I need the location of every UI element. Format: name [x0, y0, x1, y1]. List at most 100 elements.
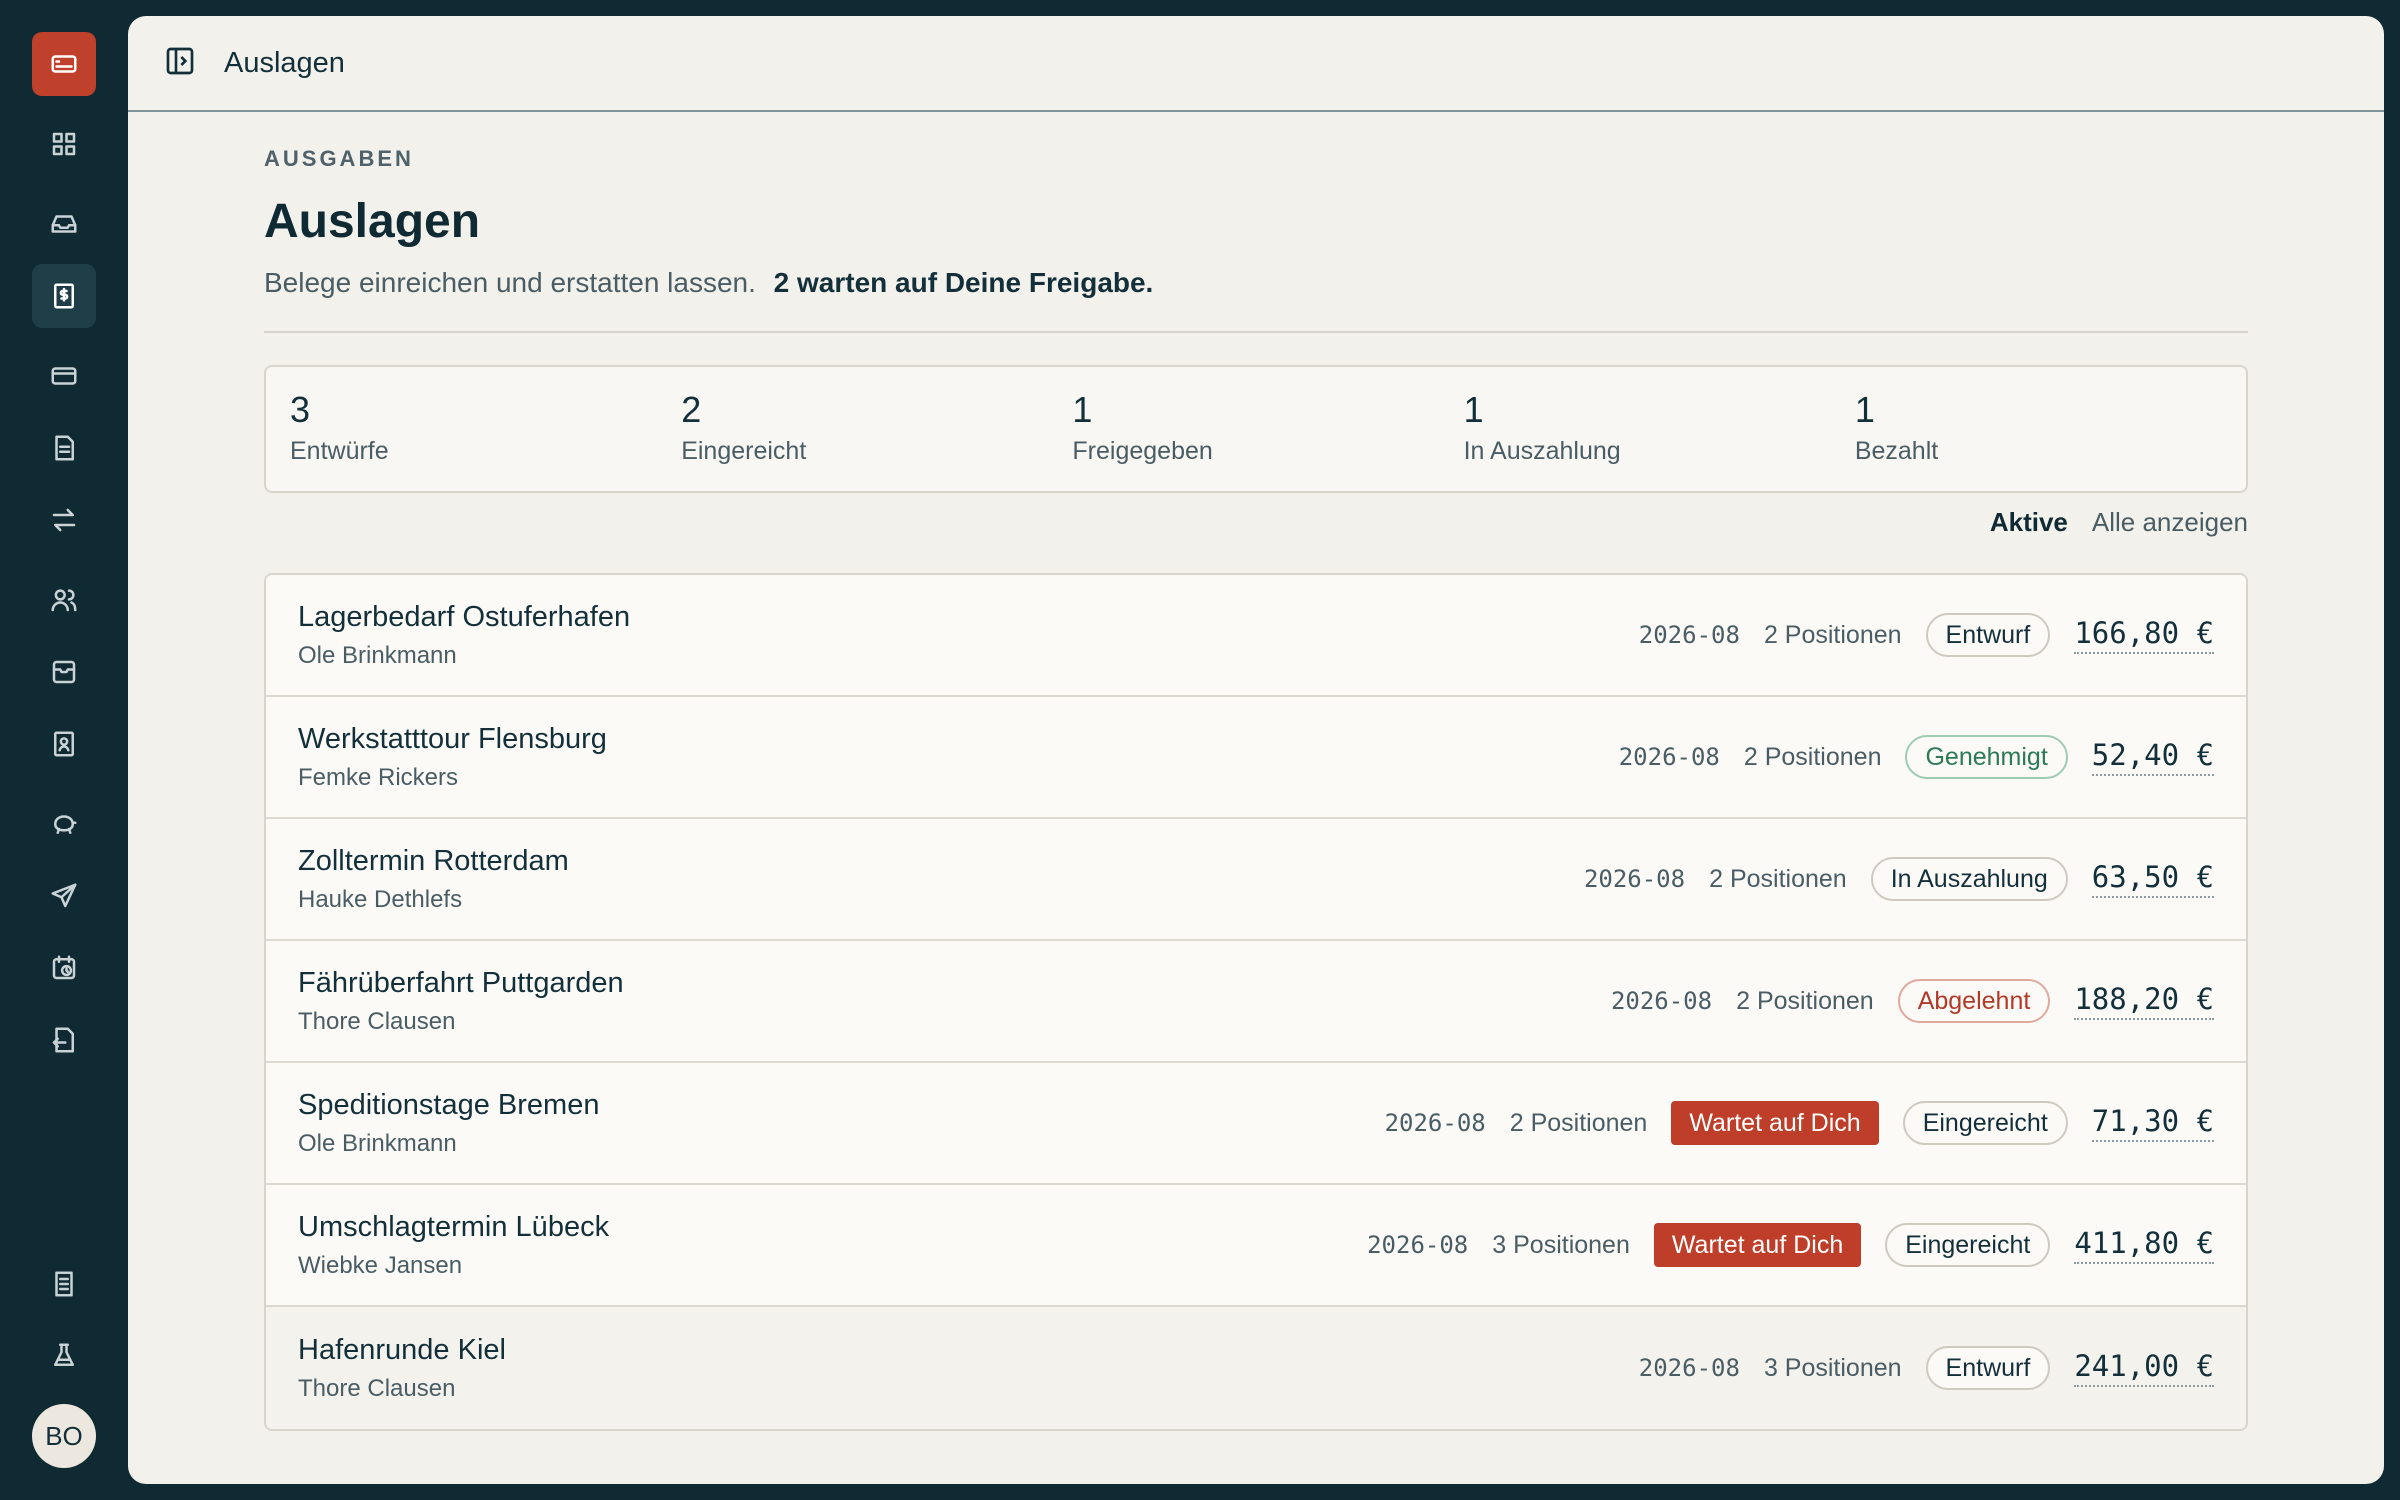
- expense-person: Wiebke Jansen: [298, 1251, 463, 1279]
- expense-info: Fährüberfahrt Puttgarden Thore Clausen: [298, 967, 624, 1036]
- flask-icon: [54, 1343, 74, 1366]
- status-badge: In Auszahlung: [1870, 857, 2068, 901]
- send-icon: [51, 883, 77, 908]
- expense-info: Speditionstage Bremen Ole Brinkmann: [298, 1089, 599, 1158]
- credit-card-icon: [51, 367, 77, 385]
- expense-amount: 166,80 €: [2074, 616, 2214, 654]
- expense-meta: 2026-08 3 Positionen Wartet auf Dich Einger…: [1367, 1223, 2214, 1267]
- expense-info: Umschlagtermin Lübeck Wiebke Jansen: [298, 1211, 609, 1280]
- app-logo-button[interactable]: [32, 32, 96, 96]
- sidebar-item-export[interactable]: [32, 1008, 96, 1072]
- filter-active[interactable]: Aktive: [1990, 507, 2068, 539]
- topbar: Auslagen: [128, 16, 2384, 112]
- users-icon: [51, 589, 77, 612]
- sidebar-item-expenses[interactable]: [32, 264, 96, 328]
- sidebar-toggle-button[interactable]: [164, 45, 196, 82]
- expense-info: Lagerbedarf Ostuferhafen Ole Brinkmann: [298, 601, 630, 670]
- stat-value: 3: [290, 389, 311, 430]
- expense-row[interactable]: Lagerbedarf Ostuferhafen Ole Brinkmann 202…: [266, 575, 2246, 697]
- stat-drafts: 3 Entwürfe: [290, 367, 681, 491]
- content: AUSGABEN Auslagen Belege einreichen und …: [264, 146, 2248, 1431]
- expense-meta: 2026-08 2 Positionen Abgelehnt 188,20 €: [1611, 979, 2214, 1023]
- expense-title: Speditionstage Bremen: [298, 1088, 600, 1121]
- expense-row[interactable]: Speditionstage Bremen Ole Brinkmann 2026-0…: [266, 1063, 2246, 1185]
- main-panel: Auslagen AUSGABEN Auslagen Belege einrei…: [128, 16, 2384, 1484]
- expense-period: 2026-08: [1367, 1231, 1469, 1259]
- divider: [264, 331, 2248, 333]
- status-badge: Eingereicht: [1885, 1223, 2051, 1267]
- stat-label: Bezahlt: [1854, 437, 1939, 465]
- status-badge: Eingereicht: [1902, 1101, 2068, 1145]
- sidebar-item-dashboard[interactable]: [32, 112, 96, 176]
- awaiting-you-badge: Wartet auf Dich: [1671, 1101, 1879, 1145]
- expense-row[interactable]: Fährüberfahrt Puttgarden Thore Clausen 202…: [266, 941, 2246, 1063]
- expense-period: 2026-08: [1583, 865, 1686, 893]
- receipt-dollar-icon: [54, 283, 74, 309]
- sidebar-item-labs[interactable]: [32, 1324, 96, 1388]
- sidebar-item-users[interactable]: [32, 568, 96, 632]
- panel-toggle-icon: [166, 47, 194, 74]
- status-summary: 3 Entwürfe 2 Eingereicht 1 Freigegeben 1…: [264, 365, 2248, 493]
- topbar-title: Auslagen: [224, 46, 345, 79]
- expense-title: Umschlagtermin Lübeck: [298, 1210, 610, 1243]
- page-subtitle: Belege einreichen und erstatten lassen. …: [264, 267, 2248, 299]
- building-icon: [55, 1271, 73, 1297]
- expense-info: Zolltermin Rotterdam Hauke Dethlefs: [298, 845, 569, 914]
- stat-submitted: 2 Eingereicht: [681, 367, 1072, 491]
- expense-meta: 2026-08 2 Positionen In Auszahlung 63,50 €: [1584, 857, 2214, 901]
- stat-label: Eingereicht: [681, 437, 807, 465]
- awaiting-you-badge: Wartet auf Dich: [1653, 1223, 1862, 1267]
- stat-approved: 1 Freigegeben: [1072, 367, 1463, 491]
- stat-value: 1: [1854, 389, 1875, 430]
- expense-positions: 2 Positionen: [1743, 742, 1882, 771]
- sidebar-item-company[interactable]: [32, 1252, 96, 1316]
- subtitle-text: Belege einreichen und erstatten lassen.: [264, 267, 756, 298]
- sidebar-item-savings[interactable]: [32, 792, 96, 856]
- expense-positions: 3 Positionen: [1763, 1353, 1902, 1382]
- filter-show-all[interactable]: Alle anzeigen: [2092, 507, 2248, 539]
- expense-period: 2026-08: [1610, 987, 1713, 1015]
- sidebar-item-transfers[interactable]: [32, 488, 96, 552]
- calendar-clock-icon: [52, 955, 76, 980]
- sidebar-item-archive[interactable]: [32, 640, 96, 704]
- expense-period: 2026-08: [1384, 1109, 1486, 1137]
- expense-row[interactable]: Umschlagtermin Lübeck Wiebke Jansen 2026-0…: [266, 1185, 2246, 1307]
- stat-label: Freigegeben: [1072, 437, 1213, 465]
- expense-person: Ole Brinkmann: [298, 641, 457, 669]
- file-export-icon: [52, 1027, 74, 1053]
- expense-title: Lagerbedarf Ostuferhafen: [298, 600, 631, 633]
- sidebar-item-cards[interactable]: [32, 344, 96, 408]
- stat-label: In Auszahlung: [1463, 437, 1621, 465]
- expense-row[interactable]: Hafenrunde Kiel Thore Clausen 2026-08 3 Pos…: [266, 1307, 2246, 1429]
- expense-person: Ole Brinkmann: [298, 1129, 457, 1157]
- expense-title: Werkstatttour Flensburg: [298, 722, 607, 755]
- expense-meta: 2026-08 2 Positionen Entwurf 166,80 €: [1639, 613, 2214, 657]
- piggy-bank-icon: [54, 815, 77, 834]
- expense-positions: 2 Positionen: [1509, 1108, 1648, 1137]
- card-logo-icon: [51, 55, 77, 73]
- sidebar-item-send[interactable]: [32, 864, 96, 928]
- archive-icon: [52, 660, 76, 684]
- contact-book-icon: [54, 731, 74, 757]
- expense-row[interactable]: Zolltermin Rotterdam Hauke Dethlefs 2026-0…: [266, 819, 2246, 941]
- inbox-icon: [51, 215, 77, 233]
- sidebar-item-inbox[interactable]: [32, 192, 96, 256]
- expense-positions: 2 Positionen: [1709, 864, 1847, 893]
- expense-row[interactable]: Werkstatttour Flensburg Femke Rickers 2026…: [266, 697, 2246, 819]
- expense-info: Werkstatttour Flensburg Femke Rickers: [298, 723, 607, 792]
- stat-value: 1: [1463, 389, 1484, 430]
- sidebar-item-schedule[interactable]: [32, 936, 96, 1000]
- status-badge: Entwurf: [1925, 1346, 2051, 1390]
- expense-amount: 411,80 €: [2074, 1226, 2214, 1264]
- status-badge: Genehmigt: [1905, 735, 2068, 779]
- sidebar-item-documents[interactable]: [32, 416, 96, 480]
- expense-positions: 2 Positionen: [1736, 986, 1874, 1015]
- sidebar-item-contacts[interactable]: [32, 712, 96, 776]
- expense-person: Thore Clausen: [298, 1007, 456, 1035]
- status-badge: Entwurf: [1925, 613, 2051, 657]
- expense-amount: 188,20 €: [2074, 982, 2214, 1020]
- expense-title: Zolltermin Rotterdam: [298, 844, 569, 877]
- document-icon: [55, 435, 74, 461]
- stat-in-payout: 1 In Auszahlung: [1464, 367, 1855, 491]
- avatar[interactable]: BO: [32, 1404, 96, 1468]
